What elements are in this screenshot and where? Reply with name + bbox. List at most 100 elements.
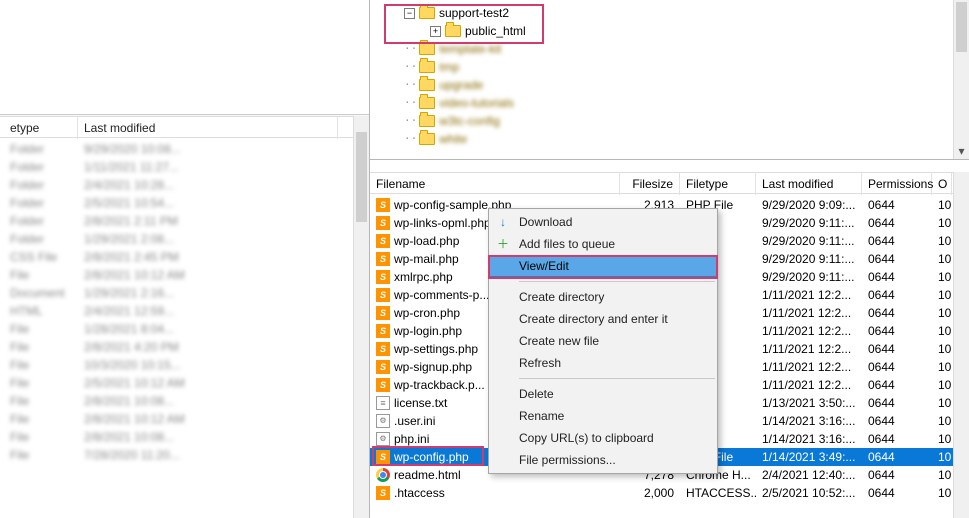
- local-file-row[interactable]: Folder1/29/2021 2:08...: [0, 230, 365, 248]
- sublime-file-icon: S: [376, 450, 390, 464]
- file-name: wp-login.php: [394, 322, 462, 340]
- tree-item-label: template-kit: [439, 40, 501, 58]
- file-name: wp-comments-p...: [394, 286, 489, 304]
- file-name: wp-cron.php: [394, 304, 460, 322]
- tree-item-label: tmp: [439, 58, 459, 76]
- menu-item-copy-url-s-to-clipboard[interactable]: Copy URL(s) to clipboard: [489, 427, 717, 449]
- file-name: wp-links-opml.php: [394, 214, 491, 232]
- remote-pane: −support-test2 + public_html··template-kit…: [370, 0, 969, 518]
- local-file-row[interactable]: File10/3/2020 10:15...: [0, 356, 365, 374]
- menu-item-download[interactable]: ↓ Download: [489, 211, 717, 233]
- folder-icon: [419, 133, 435, 145]
- sublime-file-icon: S: [376, 234, 390, 248]
- tree-toggle-icon[interactable]: −: [404, 8, 415, 19]
- menu-item-label: File permissions...: [519, 453, 616, 467]
- local-pane: etype Last modified Folder9/29/2020 10:0…: [0, 0, 370, 518]
- download-icon: ↓: [495, 214, 511, 230]
- sublime-file-icon: S: [376, 198, 390, 212]
- col-filetype[interactable]: etype: [4, 117, 78, 139]
- menu-item-label: Copy URL(s) to clipboard: [519, 431, 654, 445]
- remote-tree[interactable]: −support-test2 + public_html··template-kit…: [370, 0, 969, 160]
- scroll-thumb[interactable]: [356, 132, 367, 222]
- folder-icon: [419, 61, 435, 73]
- local-file-row[interactable]: File7/28/2020 11:20...: [0, 446, 365, 464]
- tree-item[interactable]: ··video-tutorials: [374, 94, 949, 112]
- tree-item[interactable]: −support-test2: [374, 4, 949, 22]
- menu-item-add-files-to-queue[interactable]: ＋Add files to queue: [489, 233, 717, 255]
- tree-item-label: white: [439, 130, 467, 148]
- tree-item[interactable]: ··template-kit: [374, 40, 949, 58]
- folder-icon: [419, 79, 435, 91]
- col-filename[interactable]: Filename: [370, 173, 620, 195]
- col-last-modified[interactable]: Last modified: [756, 173, 862, 195]
- local-file-row[interactable]: File2/8/2021 10:08...: [0, 428, 365, 446]
- sublime-file-icon: S: [376, 216, 390, 230]
- local-file-row[interactable]: File2/8/2021 10:08...: [0, 392, 365, 410]
- sublime-file-icon: S: [376, 486, 390, 500]
- folder-icon: [419, 7, 435, 19]
- file-name: php.ini: [394, 430, 429, 448]
- local-file-row[interactable]: File2/5/2021 10:12 AM: [0, 374, 365, 392]
- local-file-list[interactable]: Folder9/29/2020 10:08...Folder1/11/2021 …: [0, 140, 365, 518]
- tree-toggle-icon[interactable]: +: [430, 26, 441, 37]
- tree-item[interactable]: + public_html: [374, 22, 949, 40]
- local-file-row[interactable]: Folder9/29/2020 10:08...: [0, 140, 365, 158]
- remote-file-row[interactable]: S.htaccess2,000HTACCESS...2/5/2021 10:52…: [370, 484, 953, 502]
- file-name: wp-load.php: [394, 232, 459, 250]
- sublime-file-icon: S: [376, 324, 390, 338]
- menu-item-label: Delete: [519, 387, 554, 401]
- file-name: readme.html: [394, 466, 461, 484]
- menu-item-file-permissions[interactable]: File permissions...: [489, 449, 717, 471]
- menu-separator: [519, 281, 715, 282]
- local-file-row[interactable]: File2/8/2021 10:12 AM: [0, 410, 365, 428]
- file-name: xmlrpc.php: [394, 268, 453, 286]
- local-file-row[interactable]: CSS File2/8/2021 2:45 PM: [0, 248, 365, 266]
- menu-item-rename[interactable]: Rename: [489, 405, 717, 427]
- tree-item[interactable]: ··w3tc-config: [374, 112, 949, 130]
- menu-item-create-directory[interactable]: Create directory: [489, 286, 717, 308]
- local-file-row[interactable]: File1/28/2021 8:04...: [0, 320, 365, 338]
- menu-item-label: Download: [519, 215, 572, 229]
- local-file-row[interactable]: Folder2/4/2021 10:28...: [0, 176, 365, 194]
- scroll-down-button[interactable]: ▾: [954, 143, 969, 159]
- local-columns-header: etype Last modified: [0, 116, 365, 138]
- txt-file-icon: [376, 396, 390, 410]
- local-file-row[interactable]: File2/8/2021 4:20 PM: [0, 338, 365, 356]
- queue-icon: ＋: [495, 236, 511, 252]
- sublime-file-icon: S: [376, 270, 390, 284]
- folder-icon: [419, 97, 435, 109]
- local-scrollbar[interactable]: [353, 116, 369, 518]
- col-filesize[interactable]: Filesize: [620, 173, 680, 195]
- tree-item-label: public_html: [465, 22, 526, 40]
- menu-item-delete[interactable]: Delete: [489, 383, 717, 405]
- remote-list-scrollbar[interactable]: [953, 172, 969, 518]
- menu-item-create-new-file[interactable]: Create new file: [489, 330, 717, 352]
- menu-item-label: Refresh: [519, 356, 561, 370]
- scroll-thumb[interactable]: [956, 2, 967, 52]
- menu-item-label: View/Edit: [519, 259, 569, 273]
- local-file-row[interactable]: Document1/29/2021 2:16...: [0, 284, 365, 302]
- tree-item-label: video-tutorials: [439, 94, 514, 112]
- local-file-row[interactable]: Folder2/5/2021 10:54...: [0, 194, 365, 212]
- tree-item[interactable]: ··white: [374, 130, 949, 148]
- tree-item[interactable]: ··tmp: [374, 58, 949, 76]
- tree-scrollbar[interactable]: ▾: [953, 0, 969, 159]
- folder-icon: [419, 115, 435, 127]
- col-filetype[interactable]: Filetype: [680, 173, 756, 195]
- menu-item-refresh[interactable]: Refresh: [489, 352, 717, 374]
- ini-file-icon: [376, 414, 390, 428]
- local-file-row[interactable]: HTML2/4/2021 12:59...: [0, 302, 365, 320]
- sublime-file-icon: S: [376, 288, 390, 302]
- menu-item-create-directory-and-enter-it[interactable]: Create directory and enter it: [489, 308, 717, 330]
- menu-item-view-edit[interactable]: View/Edit: [489, 255, 717, 277]
- local-file-row[interactable]: File2/8/2021 10:12 AM: [0, 266, 365, 284]
- col-owner[interactable]: O: [932, 173, 952, 195]
- local-file-row[interactable]: Folder2/8/2021 2:11 PM: [0, 212, 365, 230]
- col-last-modified[interactable]: Last modified: [78, 117, 338, 139]
- folder-icon: [419, 43, 435, 55]
- col-permissions[interactable]: Permissions: [862, 173, 932, 195]
- file-name: wp-signup.php: [394, 358, 472, 376]
- local-file-row[interactable]: Folder1/11/2021 11:27...: [0, 158, 365, 176]
- file-name: wp-trackback.p...: [394, 376, 485, 394]
- tree-item[interactable]: ··upgrade: [374, 76, 949, 94]
